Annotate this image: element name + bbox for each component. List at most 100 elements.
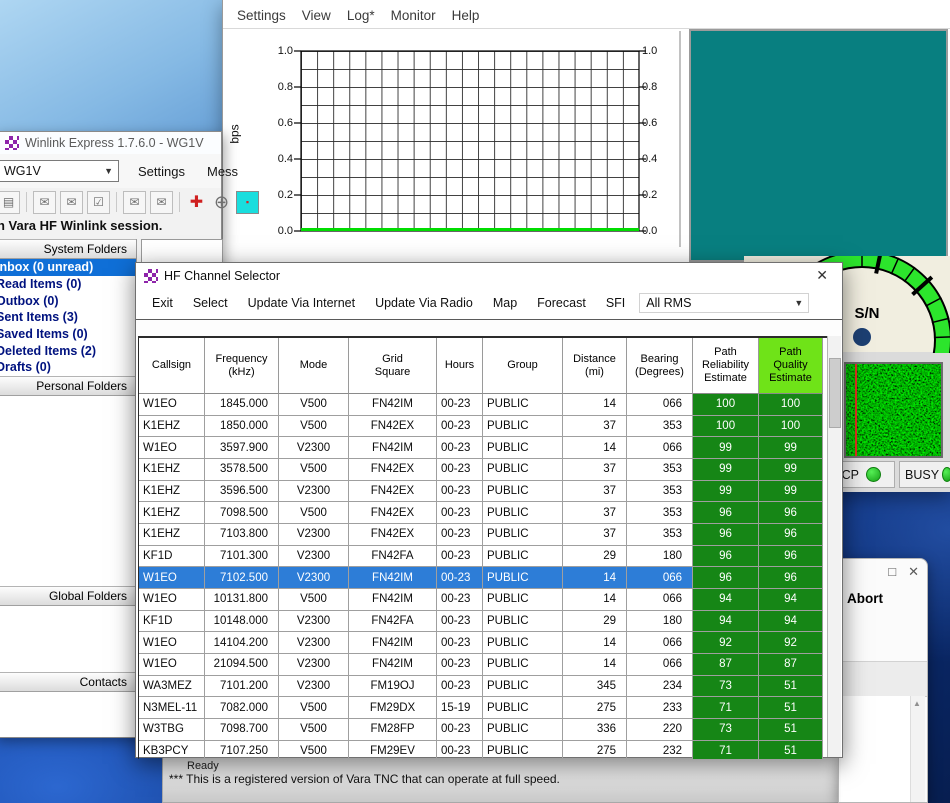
session-scrollbar[interactable]: ▲ — [910, 696, 925, 802]
folder-item[interactable]: Deleted Items (2) — [0, 342, 136, 359]
globe-icon[interactable]: ⊕ — [211, 192, 232, 213]
vara-status-area: Ready *** This is a registered version o… — [162, 757, 914, 803]
winlink-logo-icon — [5, 136, 19, 150]
channel-row[interactable]: W1EO7102.500V2300FN42IM00-23PUBLIC140669… — [139, 567, 829, 589]
folder-item[interactable]: Read Items (0) — [0, 276, 136, 293]
channel-cell: 96 — [693, 524, 759, 546]
channel-cell: PUBLIC — [483, 567, 563, 589]
column-header[interactable]: Frequency(kHz) — [205, 338, 279, 394]
column-header[interactable]: PathReliabilityEstimate — [693, 338, 759, 394]
column-header[interactable]: Group — [483, 338, 563, 394]
abort-button[interactable]: Abort — [847, 591, 883, 606]
close-icon[interactable]: ✕ — [816, 267, 828, 284]
channel-cell: V500 — [279, 459, 349, 481]
channel-row[interactable]: K1EHZ7103.800V2300FN42EX00-23PUBLIC37353… — [139, 524, 829, 546]
column-header[interactable]: Distance(mi) — [563, 338, 627, 394]
channel-row[interactable]: K1EHZ7098.500V500FN42EX00-23PUBLIC373539… — [139, 502, 829, 524]
channel-cell: 100 — [693, 416, 759, 438]
channel-cell: 336 — [563, 719, 627, 741]
forward-message-icon[interactable]: ✉ — [123, 191, 146, 214]
channel-cell: FN42IM — [349, 632, 437, 654]
pull-all-messages-icon[interactable]: ✉ — [60, 191, 83, 214]
hf-menu-exit[interactable]: Exit — [142, 296, 183, 310]
hf-menu-update-via-radio[interactable]: Update Via Radio — [365, 296, 483, 310]
winlink-menu-settings[interactable]: Settings — [127, 164, 196, 179]
hf-menu-select[interactable]: Select — [183, 296, 238, 310]
hf-menu-sfi[interactable]: SFI — [596, 296, 635, 310]
session-divider-band — [839, 661, 927, 697]
column-header[interactable]: PathQualityEstimate — [759, 338, 823, 394]
channel-row[interactable]: W1EO21094.500V2300FN42IM00-23PUBLIC14066… — [139, 654, 829, 676]
hf-menu-map[interactable]: Map — [483, 296, 527, 310]
vara-menu-help[interactable]: Help — [444, 8, 488, 23]
channel-row[interactable]: KB3PCY7107.250V500FM29EV00-23PUBLIC27523… — [139, 741, 829, 759]
callsign-select[interactable]: WG1V ▼ — [0, 160, 119, 182]
channel-row[interactable]: W3TBG7098.700V500FM28FP00-23PUBLIC336220… — [139, 719, 829, 741]
channel-row[interactable]: N3MEL-117082.000V500FM29DX15-19PUBLIC275… — [139, 697, 829, 719]
folder-item[interactable]: Sent Items (3) — [0, 309, 136, 326]
channel-cell: 29 — [563, 546, 627, 568]
section-personal-folders[interactable]: Personal Folders — [0, 376, 136, 396]
channel-row[interactable]: KF1D10148.000V2300FN42FA00-23PUBLIC29180… — [139, 611, 829, 633]
winlink-titlebar[interactable]: Winlink Express 1.7.6.0 - WG1V — [0, 132, 221, 155]
channel-cell: FN42FA — [349, 611, 437, 633]
folder-panel: System Folders Inbox (0 unread)Read Item… — [0, 239, 137, 737]
channel-cell: FM29EV — [349, 741, 437, 759]
channel-row[interactable]: W1EO1845.000V500FN42IM00-23PUBLIC1406610… — [139, 394, 829, 416]
column-header[interactable]: Bearing(Degrees) — [627, 338, 693, 394]
channel-cell: V500 — [279, 416, 349, 438]
channel-cell: W3TBG — [139, 719, 205, 741]
channel-cell: 3578.500 — [205, 459, 279, 481]
hf-menu-forecast[interactable]: Forecast — [527, 296, 596, 310]
channel-cell: 00-23 — [437, 524, 483, 546]
section-global-folders[interactable]: Global Folders — [0, 586, 136, 606]
channel-table-scrollbar[interactable] — [827, 336, 841, 757]
check-mail-icon[interactable]: ☑ — [87, 191, 110, 214]
channel-row[interactable]: WA3MEZ7101.200V2300FM19OJ00-23PUBLIC3452… — [139, 676, 829, 698]
tcp-light — [866, 467, 881, 482]
column-header[interactable]: Callsign — [139, 338, 205, 394]
folder-item[interactable]: Saved Items (0) — [0, 326, 136, 343]
vara-menu-monitor[interactable]: Monitor — [383, 8, 444, 23]
scrollbar-thumb[interactable] — [829, 358, 841, 428]
map-display-icon[interactable]: ▪ — [236, 191, 259, 214]
channel-row[interactable]: K1EHZ3578.500V500FN42EX00-23PUBLIC373539… — [139, 459, 829, 481]
new-message-icon[interactable]: ▤ — [0, 191, 20, 214]
channel-cell: 00-23 — [437, 676, 483, 698]
channel-row[interactable]: K1EHZ3596.500V2300FN42EX00-23PUBLIC37353… — [139, 481, 829, 503]
channel-row[interactable]: W1EO14104.200V2300FN42IM00-23PUBLIC14066… — [139, 632, 829, 654]
section-system-folders[interactable]: System Folders — [0, 239, 136, 259]
channel-cell: FN42EX — [349, 502, 437, 524]
channel-cell: 00-23 — [437, 741, 483, 759]
chevron-down-icon: ▼ — [104, 166, 118, 176]
pull-message-icon[interactable]: ✉ — [33, 191, 56, 214]
vara-menu-log[interactable]: Log* — [339, 8, 383, 23]
vara-menu-settings[interactable]: Settings — [229, 8, 294, 23]
channel-row[interactable]: K1EHZ1850.000V500FN42EX00-23PUBLIC373531… — [139, 416, 829, 438]
channel-cell: K1EHZ — [139, 502, 205, 524]
vara-menu-view[interactable]: View — [294, 8, 339, 23]
section-contacts[interactable]: Contacts — [0, 672, 136, 692]
channel-cell: FN42EX — [349, 459, 437, 481]
post-to-outbox-icon[interactable]: ✉ — [150, 191, 173, 214]
column-header[interactable]: Hours — [437, 338, 483, 394]
crosshair-icon[interactable]: ✚ — [186, 192, 207, 213]
folder-item[interactable]: Outbox (0) — [0, 292, 136, 309]
rms-filter-select[interactable]: All RMS▼ — [639, 293, 809, 313]
toolbar-separator — [116, 192, 117, 212]
channel-cell: 71 — [693, 697, 759, 719]
channel-cell: PUBLIC — [483, 741, 563, 759]
channel-row[interactable]: W1EO10131.800V500FN42IM00-23PUBLIC140669… — [139, 589, 829, 611]
close-icon[interactable]: ✕ — [908, 564, 919, 580]
hf-menu-update-via-internet[interactable]: Update Via Internet — [238, 296, 365, 310]
maximize-icon[interactable]: □ — [888, 564, 896, 580]
channel-row[interactable]: W1EO3597.900V2300FN42IM00-23PUBLIC140669… — [139, 437, 829, 459]
column-header[interactable]: Mode — [279, 338, 349, 394]
column-header[interactable]: GridSquare — [349, 338, 437, 394]
folder-item[interactable]: Inbox (0 unread) — [0, 259, 136, 276]
scroll-up-icon[interactable]: ▲ — [913, 699, 921, 708]
channel-row[interactable]: KF1D7101.300V2300FN42FA00-23PUBLIC291809… — [139, 546, 829, 568]
hf-titlebar[interactable]: HF Channel Selector ✕ — [136, 263, 842, 289]
folder-item[interactable]: Drafts (0) — [0, 359, 136, 376]
winlink-menu-mess[interactable]: Mess — [196, 164, 249, 179]
